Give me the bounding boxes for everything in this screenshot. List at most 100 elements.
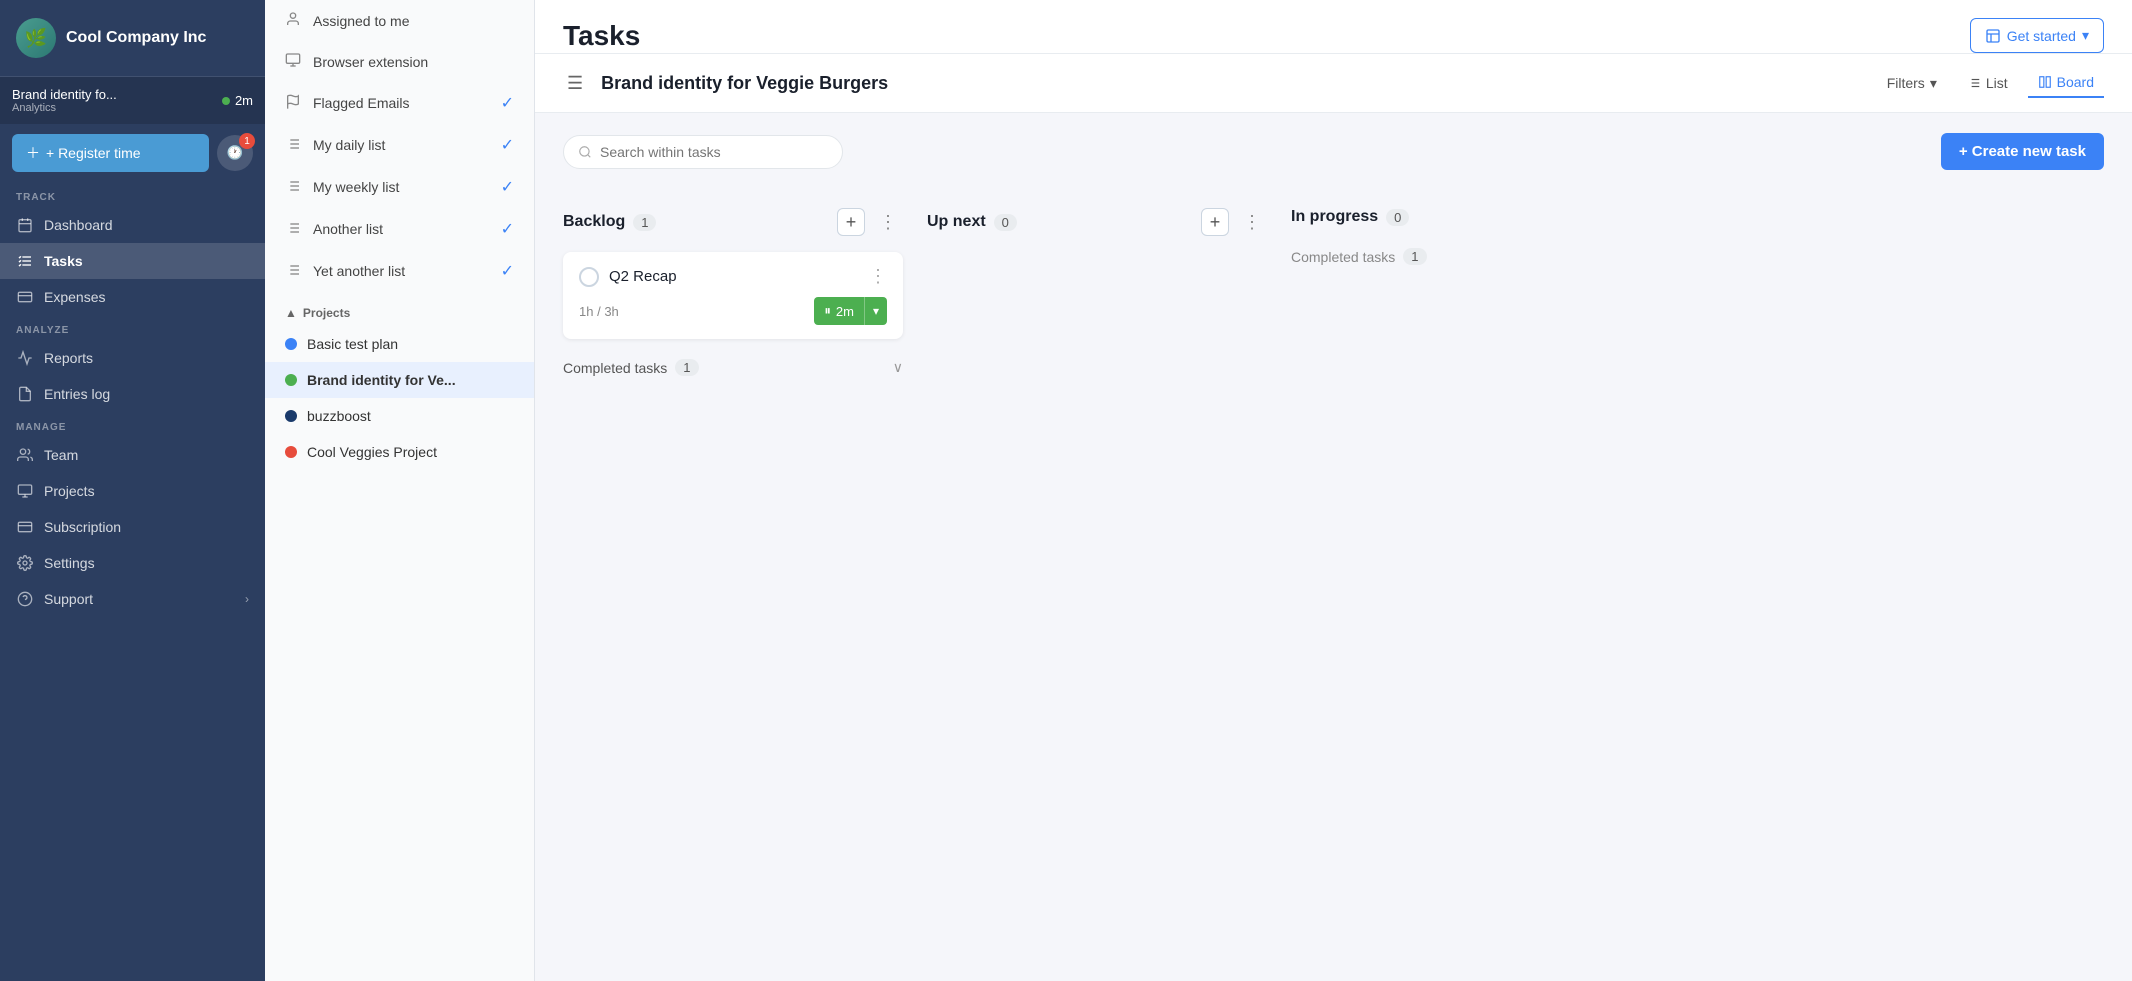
another-list-label: Another list	[313, 221, 383, 237]
task-timer-button[interactable]: ⏸ 2m	[814, 297, 864, 325]
tasks-project-title: Brand identity for Veggie Burgers	[601, 73, 1863, 94]
browser-icon	[285, 52, 303, 71]
team-icon	[16, 446, 34, 464]
backlog-completed-tasks[interactable]: Completed tasks 1 ∨	[563, 349, 903, 386]
my-weekly-list-check: ✓	[501, 177, 514, 197]
my-daily-list-label: My daily list	[313, 137, 385, 153]
create-task-label: + Create new task	[1959, 143, 2086, 160]
up-next-more-button[interactable]: ⋮	[1237, 210, 1267, 235]
search-input[interactable]	[600, 144, 800, 160]
list-view-button[interactable]: List	[1957, 69, 2018, 97]
sidebar-item-projects[interactable]: Projects	[0, 473, 265, 509]
sub-panel-flagged-emails[interactable]: Flagged Emails ✓	[265, 82, 534, 124]
up-next-column: Up next 0 + ⋮	[927, 202, 1267, 961]
timer-analytics: Analytics	[12, 102, 117, 114]
sidebar-item-entries-log[interactable]: Entries log	[0, 376, 265, 412]
timer-project-name: Brand identity fo...	[12, 87, 117, 102]
sub-panel-my-daily-list[interactable]: My daily list ✓	[265, 124, 534, 166]
get-started-button[interactable]: Get started ▾	[1970, 18, 2104, 53]
subscription-icon	[16, 518, 34, 536]
hamburger-button[interactable]: ☰	[563, 69, 587, 98]
timer-bar[interactable]: Brand identity fo... Analytics 2m	[0, 77, 265, 124]
timer-dot	[222, 97, 230, 105]
my-weekly-list-label: My weekly list	[313, 179, 399, 195]
task-card-header: Q2 Recap ⋮	[579, 266, 887, 287]
register-time-row: ＋ + Register time 🕐 1	[0, 124, 265, 182]
project-dot-cool-veggies	[285, 446, 297, 458]
sub-panel-yet-another-list[interactable]: Yet another list ✓	[265, 250, 534, 292]
sidebar-item-reports[interactable]: Reports	[0, 340, 265, 376]
sub-panel-another-list[interactable]: Another list ✓	[265, 208, 534, 250]
timer-label: 2m	[836, 304, 854, 319]
sub-panel-project-buzzboost[interactable]: buzzboost	[265, 398, 534, 434]
yet-another-list-check: ✓	[501, 261, 514, 281]
settings-icon	[16, 554, 34, 572]
sidebar-item-projects-label: Projects	[44, 483, 95, 499]
analyze-section-label: ANALYZE	[0, 315, 265, 340]
sidebar-item-tasks-label: Tasks	[44, 253, 83, 269]
backlog-add-button[interactable]: +	[837, 208, 865, 236]
toolbar-right: Filters ▾ List Board	[1877, 68, 2104, 98]
get-started-dropdown-icon: ▾	[2082, 27, 2089, 44]
sidebar-item-tasks[interactable]: Tasks	[0, 243, 265, 279]
tasks-icon	[16, 252, 34, 270]
list-icon-yet-another	[285, 262, 303, 281]
register-time-button[interactable]: ＋ + Register time	[12, 134, 209, 172]
sidebar-item-dashboard[interactable]: Dashboard	[0, 207, 265, 243]
sub-panel-project-brand-identity[interactable]: Brand identity for Ve...	[265, 362, 534, 398]
sidebar-item-settings[interactable]: Settings	[0, 545, 265, 581]
task-card-q2-recap: Q2 Recap ⋮ 1h / 3h ⏸ 2m ▾	[563, 252, 903, 339]
sidebar-item-team[interactable]: Team	[0, 437, 265, 473]
sub-panel-assigned-to-me[interactable]: Assigned to me	[265, 0, 534, 41]
sidebar-item-support[interactable]: Support ›	[0, 581, 265, 617]
board-search-row: + Create new task	[563, 133, 2104, 170]
another-list-check: ✓	[501, 219, 514, 239]
create-task-button[interactable]: + Create new task	[1941, 133, 2104, 170]
sub-panel-my-weekly-list[interactable]: My weekly list ✓	[265, 166, 534, 208]
main-header: Tasks Get started ▾	[535, 0, 2132, 54]
projects-icon	[16, 482, 34, 500]
pause-icon: ⏸	[824, 303, 831, 319]
board-view-label: Board	[2057, 74, 2094, 90]
search-input-wrap[interactable]	[563, 135, 843, 169]
task-time: 1h / 3h	[579, 304, 619, 319]
completed-tasks-count: 1	[675, 359, 698, 376]
in-progress-completed-tasks: Completed tasks 1	[1291, 242, 1631, 271]
list-view-icon	[1967, 76, 1981, 90]
notifications-button[interactable]: 🕐 1	[217, 135, 253, 171]
up-next-count: 0	[994, 214, 1017, 231]
sub-panel-project-cool-veggies[interactable]: Cool Veggies Project	[265, 434, 534, 470]
task-timer-wrap: ⏸ 2m ▾	[814, 297, 887, 325]
page-title: Tasks	[563, 20, 640, 52]
register-time-label: + Register time	[46, 145, 141, 161]
sidebar-item-dashboard-label: Dashboard	[44, 217, 113, 233]
timer-time: 2m	[235, 93, 253, 108]
board-view-button[interactable]: Board	[2028, 68, 2104, 98]
up-next-add-button[interactable]: +	[1201, 208, 1229, 236]
sidebar-item-settings-label: Settings	[44, 555, 95, 571]
sub-panel-browser-extension[interactable]: Browser extension	[265, 41, 534, 82]
backlog-column: Backlog 1 + ⋮ Q2 Recap ⋮ 1h / 3h	[563, 202, 903, 961]
task-timer-dropdown-button[interactable]: ▾	[864, 297, 887, 325]
projects-section-header[interactable]: ▲ Projects	[265, 292, 534, 326]
person-icon	[285, 11, 303, 30]
sidebar-item-expenses-label: Expenses	[44, 289, 105, 305]
dashboard-icon	[16, 216, 34, 234]
task-complete-button[interactable]	[579, 267, 599, 287]
sub-panel-project-basic-test-plan[interactable]: Basic test plan	[265, 326, 534, 362]
support-chevron-icon: ›	[245, 592, 249, 606]
project-basic-test-plan-label: Basic test plan	[307, 336, 398, 352]
track-section-label: TRACK	[0, 182, 265, 207]
completed-tasks-chevron-icon: ∨	[893, 359, 903, 376]
in-progress-column-header: In progress 0	[1291, 202, 1631, 232]
flagged-emails-label: Flagged Emails	[313, 95, 410, 111]
task-more-button[interactable]: ⋮	[869, 266, 887, 287]
backlog-more-button[interactable]: ⋮	[873, 210, 903, 235]
project-dot-brand	[285, 374, 297, 386]
up-next-column-header: Up next 0 + ⋮	[927, 202, 1267, 242]
sidebar-item-entries-label: Entries log	[44, 386, 110, 402]
completed-tasks-label: Completed tasks	[563, 360, 667, 376]
sidebar-item-subscription[interactable]: Subscription	[0, 509, 265, 545]
filters-button[interactable]: Filters ▾	[1877, 69, 1947, 98]
sidebar-item-expenses[interactable]: Expenses	[0, 279, 265, 315]
